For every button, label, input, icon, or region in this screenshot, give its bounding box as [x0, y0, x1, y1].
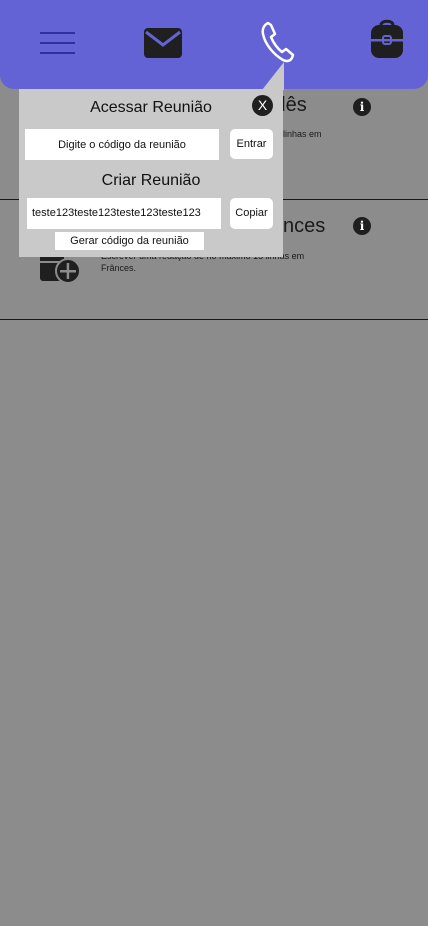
row-title: nces [283, 215, 326, 237]
top-nav-bar [0, 0, 428, 89]
access-meeting-title: Acessar Reunião [90, 99, 212, 116]
generated-code-field[interactable]: teste123teste123teste123teste123 [27, 198, 221, 229]
row-description: linhas em [283, 129, 322, 139]
meeting-code-input[interactable] [25, 129, 219, 160]
info-icon[interactable]: i [353, 217, 371, 235]
popup-pointer [262, 62, 284, 90]
enter-button[interactable]: Entrar [230, 129, 273, 159]
copy-button[interactable]: Copiar [230, 198, 273, 229]
create-meeting-title: Criar Reunião [101, 172, 201, 189]
generate-code-button[interactable]: Gerar código da reunião [55, 232, 204, 250]
mail-icon[interactable] [143, 27, 183, 59]
phone-icon[interactable] [259, 20, 295, 64]
menu-icon[interactable] [40, 30, 76, 54]
info-icon[interactable]: i [353, 98, 371, 116]
backpack-icon[interactable] [369, 17, 405, 59]
close-button[interactable]: X [252, 95, 273, 116]
meeting-popup: Acessar Reunião X Entrar Criar Reunião t… [19, 89, 283, 257]
